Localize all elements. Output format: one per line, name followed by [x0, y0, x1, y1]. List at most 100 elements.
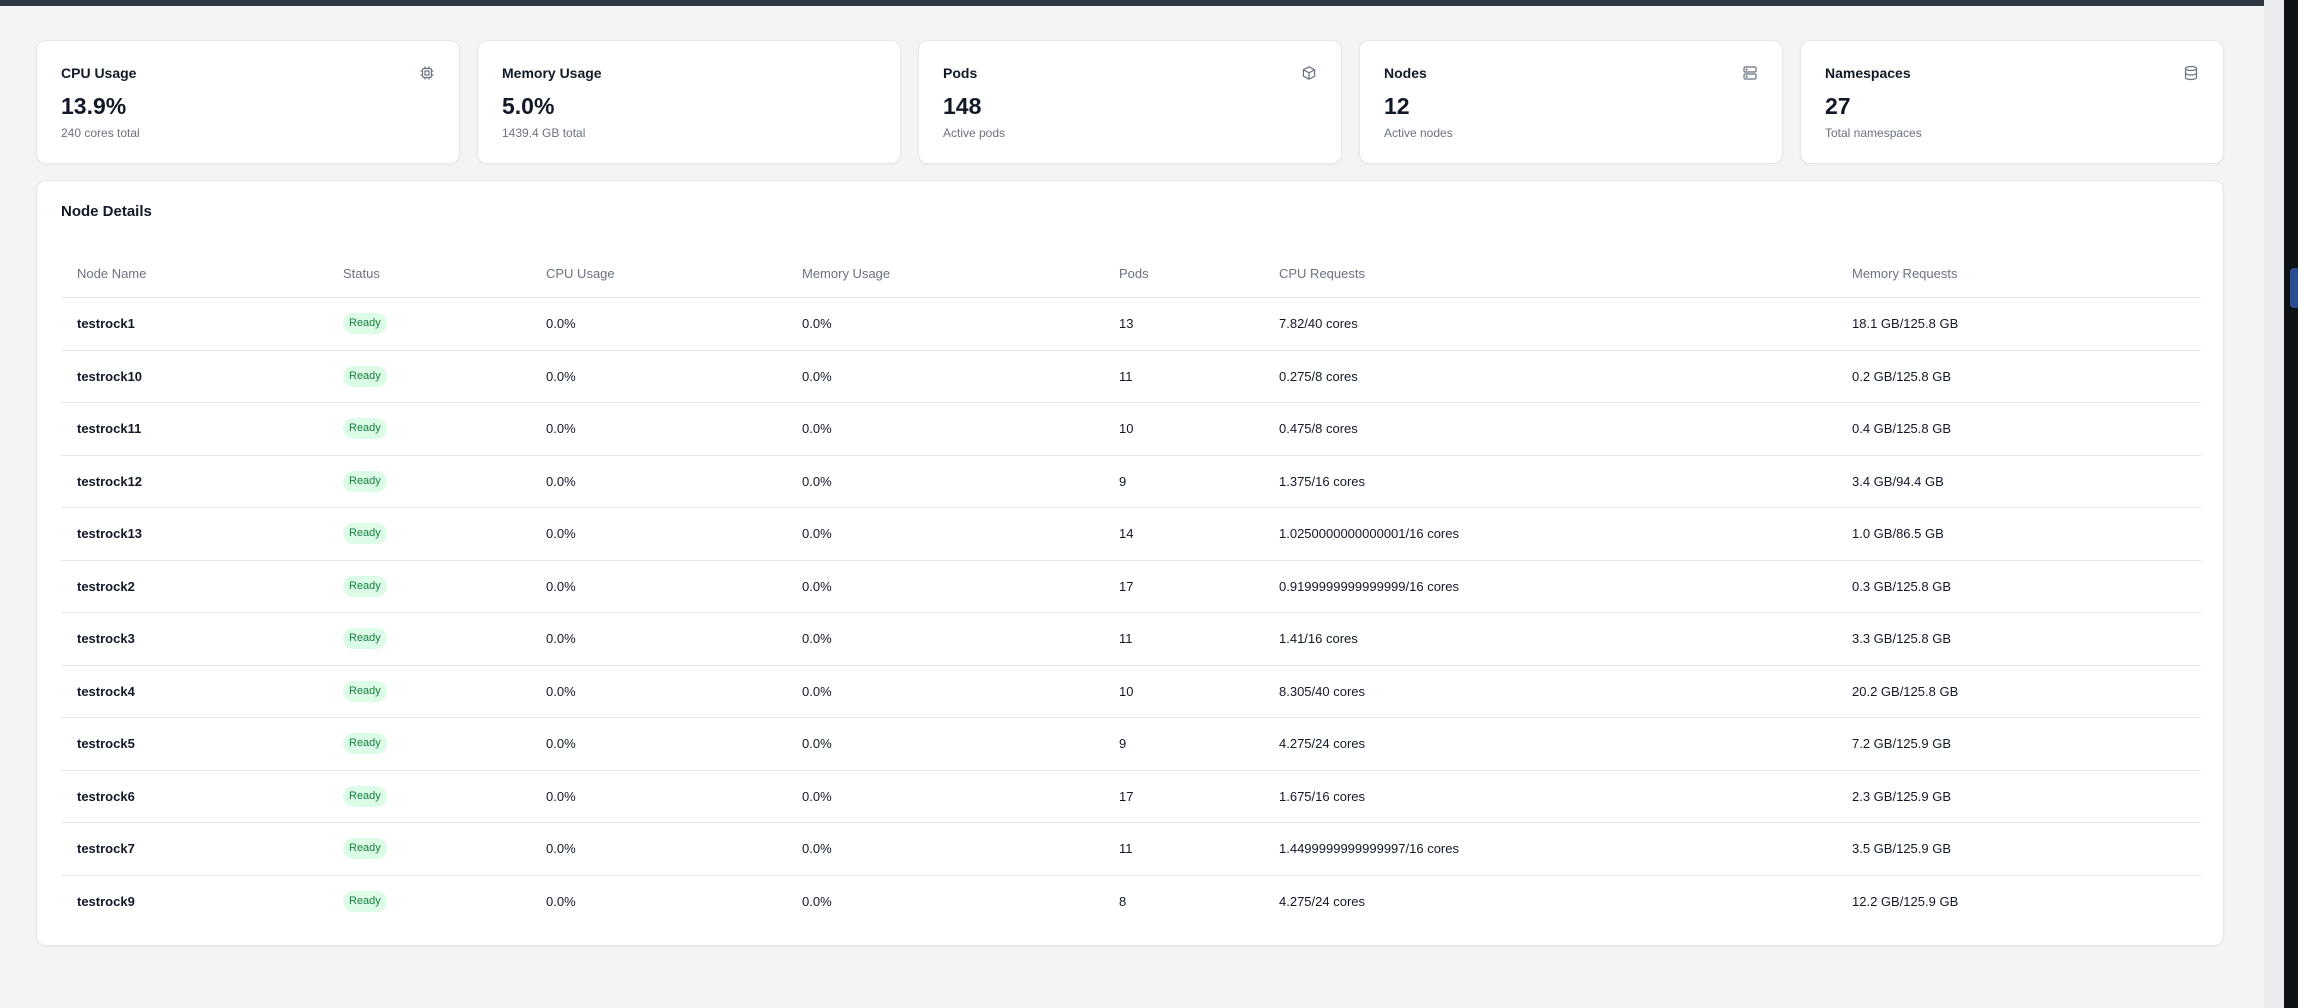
pods-cell: 10 [1103, 665, 1263, 718]
table-row[interactable]: testrock6 Ready 0.0% 0.0% 17 1.675/16 cores 2.… [61, 770, 2201, 823]
cube-icon [1301, 65, 1317, 81]
memory-usage-cell: 0.0% [786, 665, 1103, 718]
memory-requests-cell: 18.1 GB/125.8 GB [1836, 297, 2201, 351]
table-header-row: Node Name Status CPU Usage Memory Usage … [61, 249, 2201, 298]
cpu-usage-cell: 0.0% [530, 665, 786, 718]
table-body: testrock1 Ready 0.0% 0.0% 13 7.82/40 cores 18.… [61, 297, 2201, 928]
cpu-usage-cell: 0.0% [530, 350, 786, 403]
window-edge [2284, 0, 2298, 1008]
card-subtitle: 1439.4 GB total [502, 126, 586, 140]
column-header-status[interactable]: Status [327, 249, 530, 298]
column-header-node-name[interactable]: Node Name [61, 249, 327, 298]
memory-usage-cell: 0.0% [786, 297, 1103, 351]
column-header-memory-usage[interactable]: Memory Usage [786, 249, 1103, 298]
pods-cell: 11 [1103, 612, 1263, 666]
column-header-cpu-usage[interactable]: CPU Usage [530, 249, 786, 298]
pods-cell: 14 [1103, 507, 1263, 561]
summary-cards: CPU Usage 13.9% 240 cores total Memory U… [36, 40, 2224, 164]
status-badge: Ready [343, 785, 387, 807]
pods-cell: 17 [1103, 770, 1263, 823]
table-row[interactable]: testrock11 Ready 0.0% 0.0% 10 0.475/8 cores 0.… [61, 402, 2201, 456]
status-cell: Ready [327, 875, 530, 927]
pods-cell: 9 [1103, 717, 1263, 771]
table-row[interactable]: testrock12 Ready 0.0% 0.0% 9 1.375/16 cores 3.… [61, 455, 2201, 508]
status-cell: Ready [327, 612, 530, 666]
card-cpu-usage: CPU Usage 13.9% 240 cores total [36, 40, 460, 164]
table-row[interactable]: testrock10 Ready 0.0% 0.0% 11 0.275/8 cores 0.… [61, 350, 2201, 403]
memory-requests-cell: 12.2 GB/125.9 GB [1852, 893, 1959, 909]
column-header-memory-requests[interactable]: Memory Requests [1836, 249, 2201, 298]
cpu-requests-cell: 0.475/8 cores [1263, 402, 1836, 456]
panel-title: Node Details [61, 203, 152, 220]
card-value: 13.9% [61, 93, 127, 119]
node-name-cell: testrock1 [61, 297, 327, 351]
table-row[interactable]: testrock13 Ready 0.0% 0.0% 14 1.0250000000000… [61, 507, 2201, 561]
status-badge: Ready [343, 628, 387, 650]
status-badge: Ready [343, 313, 387, 335]
column-header-pods[interactable]: Pods [1103, 249, 1263, 298]
table-row[interactable]: testrock7 Ready 0.0% 0.0% 11 1.44999999999999… [61, 822, 2201, 876]
cpu-requests-cell: 4.275/24 cores [1279, 893, 1366, 909]
column-header-cpu-requests[interactable]: CPU Requests [1263, 249, 1836, 298]
memory-requests-cell: 2.3 GB/125.9 GB [1836, 770, 2201, 823]
cpu-usage-cell: 0.0% [546, 893, 576, 909]
cpu-usage-cell: 0.0% [530, 822, 786, 876]
card-title: Nodes [1384, 65, 1427, 81]
status-cell: Ready [327, 560, 530, 613]
cpu-usage-cell: 0.0% [530, 717, 786, 771]
status-badge: Ready [343, 680, 387, 702]
scroll-gutter [2264, 0, 2284, 1008]
card-memory-usage: Memory Usage 5.0% 1439.4 GB total [477, 40, 901, 164]
node-details-panel: Node Details Node Name Status CPU Usage … [36, 180, 2224, 946]
node-name-cell: testrock5 [61, 717, 327, 771]
database-icon [2183, 65, 2199, 81]
memory-usage-cell: 0.0% [786, 770, 1103, 823]
table-row[interactable]: testrock1 Ready 0.0% 0.0% 13 7.82/40 cores 18.… [61, 297, 2201, 351]
cpu-requests-cell: 0.9199999999999999/16 cores [1263, 560, 1836, 613]
card-value: 148 [943, 93, 982, 119]
card-title: CPU Usage [61, 65, 137, 81]
status-badge: Ready [343, 575, 387, 597]
pods-cell: 17 [1103, 560, 1263, 613]
cpu-requests-cell: 4.275/24 cores [1263, 717, 1836, 771]
memory-requests-cell: 3.4 GB/94.4 GB [1836, 455, 2201, 508]
memory-requests-cell: 0.2 GB/125.8 GB [1836, 350, 2201, 403]
memory-usage-cell: 0.0% [786, 822, 1103, 876]
table-row[interactable]: testrock4 Ready 0.0% 0.0% 10 8.305/40 cores 20… [61, 665, 2201, 718]
card-pods: Pods 148 Active pods [918, 40, 1342, 164]
cpu-usage-cell: 0.0% [530, 560, 786, 613]
card-nodes: Nodes 12 Active nodes [1359, 40, 1783, 164]
table-row[interactable]: testrock5 Ready 0.0% 0.0% 9 4.275/24 cores 7.2… [61, 717, 2201, 771]
status-badge: Ready [343, 470, 387, 492]
status-badge: Ready [343, 523, 387, 545]
table-row[interactable]: testrock3 Ready 0.0% 0.0% 11 1.41/16 cores 3.3… [61, 612, 2201, 666]
card-value: 5.0% [502, 93, 555, 119]
table-row[interactable]: testrock2 Ready 0.0% 0.0% 17 0.91999999999999… [61, 560, 2201, 613]
pods-cell: 11 [1103, 822, 1263, 876]
status-cell: Ready [327, 350, 530, 403]
memory-requests-cell: 0.3 GB/125.8 GB [1836, 560, 2201, 613]
card-subtitle: 240 cores total [61, 126, 140, 140]
cpu-requests-cell: 1.41/16 cores [1263, 612, 1836, 666]
memory-requests-cell: 3.3 GB/125.8 GB [1836, 612, 2201, 666]
status-badge: Ready [343, 733, 387, 755]
server-icon [1742, 65, 1758, 81]
memory-usage-cell: 0.0% [786, 455, 1103, 508]
cpu-icon [419, 65, 435, 81]
cpu-requests-cell: 1.4499999999999997/16 cores [1263, 822, 1836, 876]
memory-requests-cell: 3.5 GB/125.9 GB [1836, 822, 2201, 876]
pods-cell: 11 [1103, 350, 1263, 403]
cpu-usage-cell: 0.0% [530, 455, 786, 508]
node-name-cell: testrock4 [61, 665, 327, 718]
table-row[interactable]: testrock9 Ready 0.0% 0.0% 8 4.275/24 cores 12.… [61, 875, 2201, 927]
memory-requests-cell: 7.2 GB/125.9 GB [1836, 717, 2201, 771]
node-name-cell: testrock12 [61, 455, 327, 508]
status-badge: Ready [343, 365, 387, 387]
status-cell: Ready [327, 770, 530, 823]
cpu-usage-cell: 0.0% [530, 770, 786, 823]
status-cell: Ready [327, 665, 530, 718]
pods-cell: 10 [1103, 402, 1263, 456]
card-namespaces: Namespaces 27 Total namespaces [1800, 40, 2224, 164]
memory-usage-cell: 0.0% [786, 350, 1103, 403]
cpu-requests-cell: 8.305/40 cores [1263, 665, 1836, 718]
